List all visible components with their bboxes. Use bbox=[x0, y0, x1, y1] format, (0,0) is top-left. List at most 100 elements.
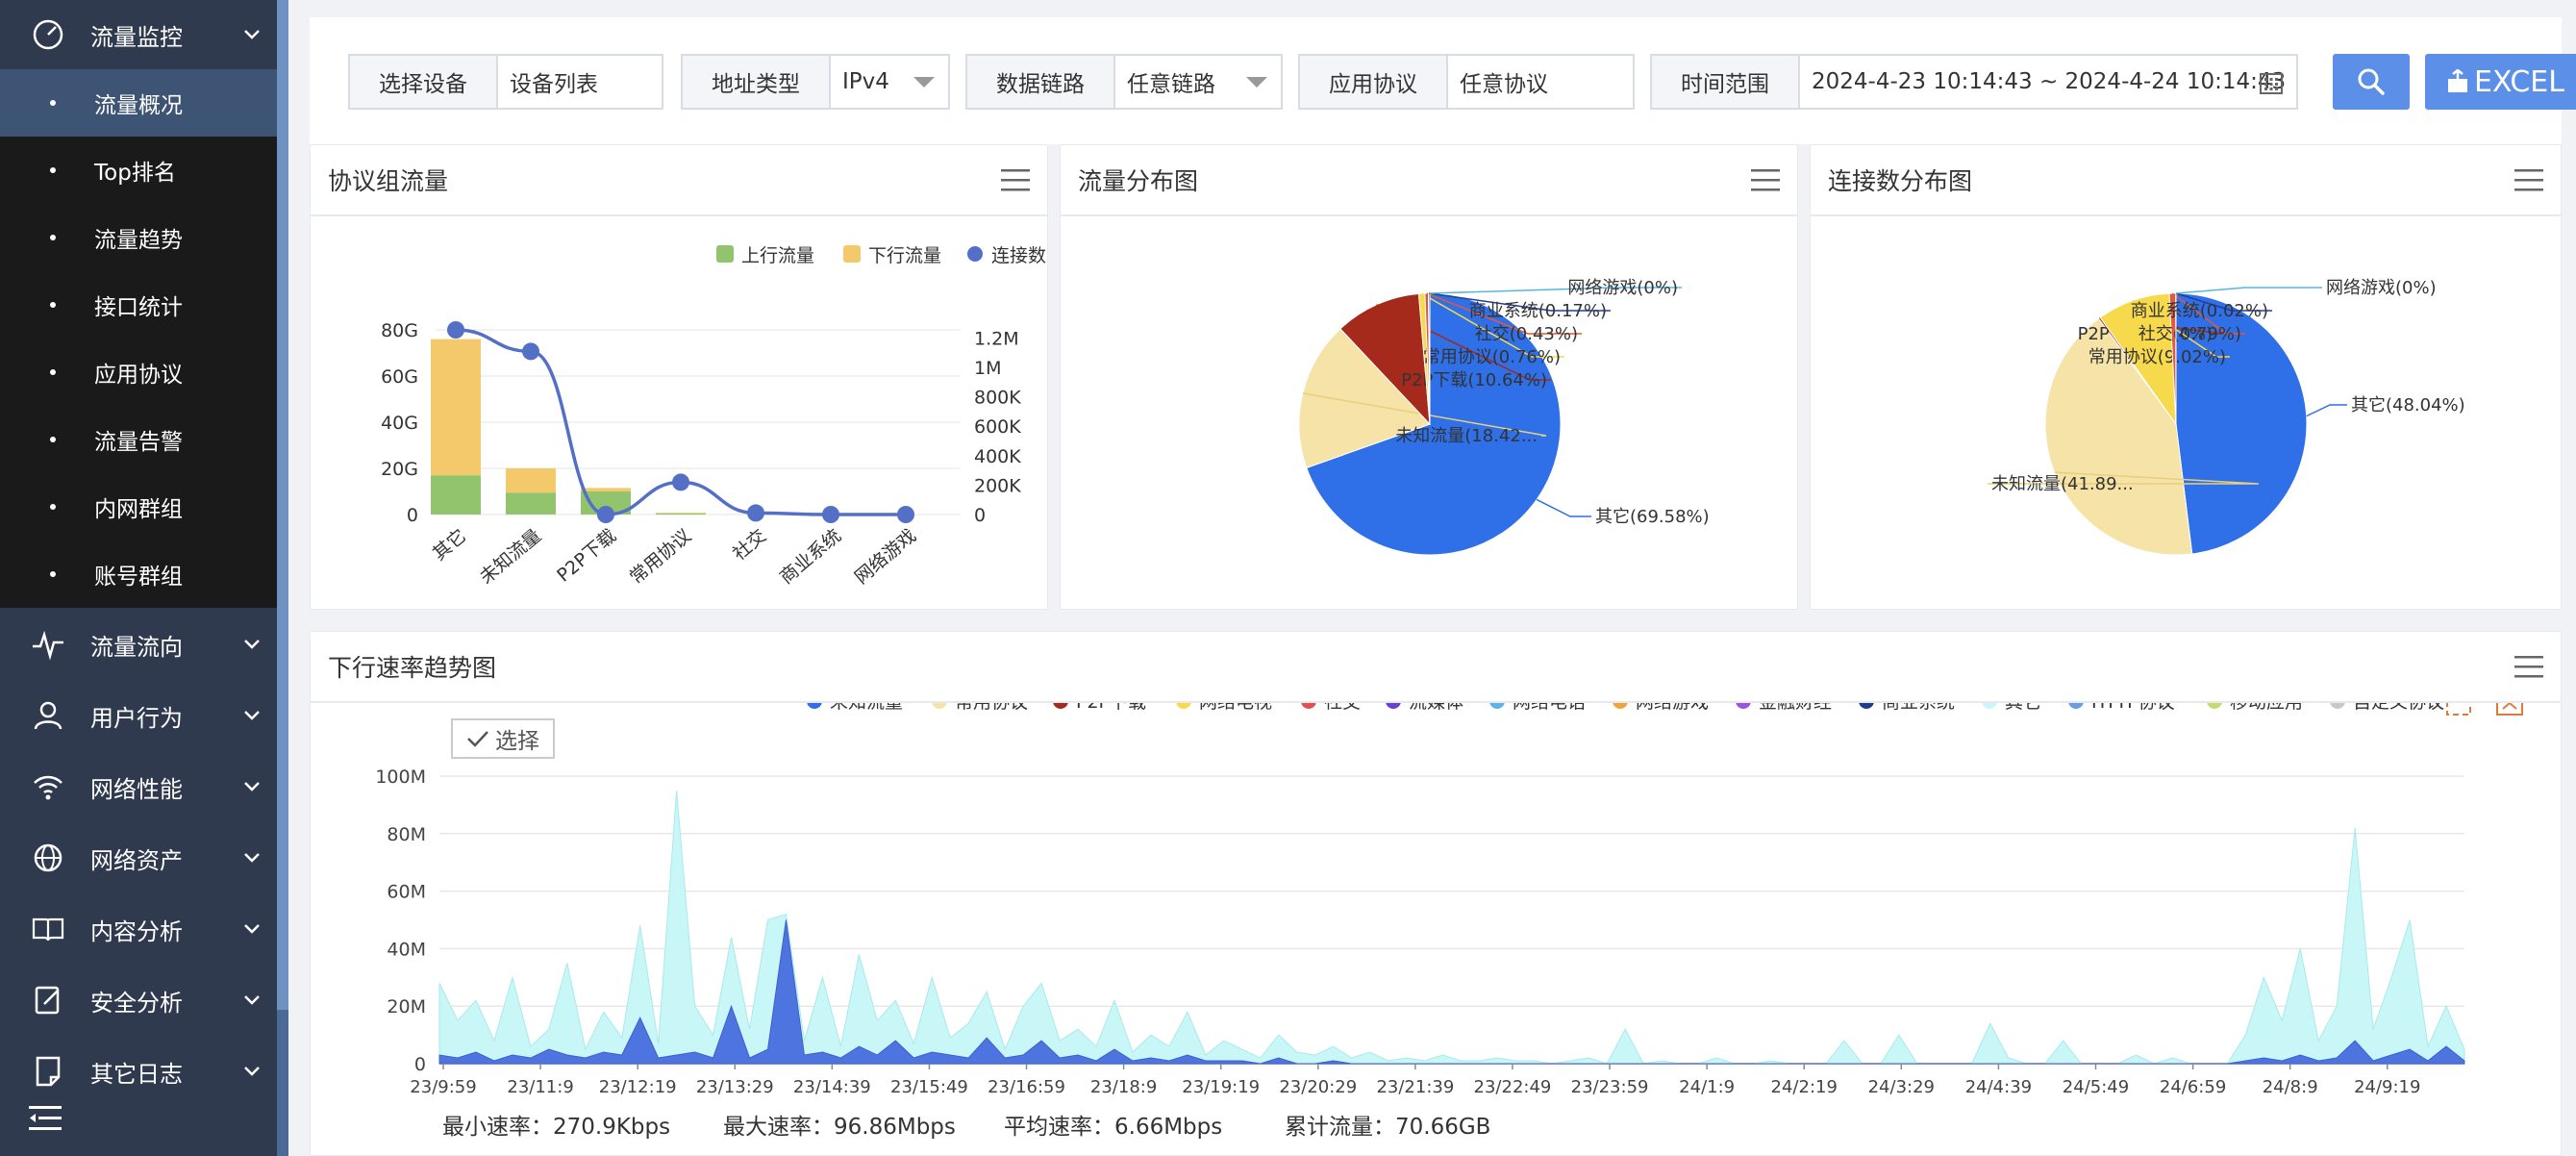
pie-leader-line bbox=[1536, 498, 1591, 517]
y2-tick-label: 800K bbox=[974, 388, 1021, 409]
export-excel-button[interactable]: EXCEL bbox=[2425, 54, 2576, 110]
pie-label: 网络游戏(0%) bbox=[1567, 278, 1678, 298]
sidebar-group-label: 其它日志 bbox=[90, 1060, 183, 1088]
legend-item: 流媒体 bbox=[1386, 703, 1463, 713]
min-rate: 最小速率：270.9Kbps bbox=[442, 1115, 671, 1140]
chevron-down-icon bbox=[244, 1067, 260, 1076]
sidebar-group-6[interactable]: 内容分析 bbox=[0, 894, 288, 964]
sidebar-group-3[interactable]: 用户行为 bbox=[0, 681, 288, 750]
x-tick-label: 23/15:49 bbox=[890, 1077, 968, 1097]
sidebar-sub-item[interactable]: 流量趋势 bbox=[0, 204, 277, 271]
time-range-input[interactable]: 2024-4-23 10:14:43 ~ 2024-4-24 10:14:43 bbox=[1800, 56, 2296, 108]
traffic-dist-pie: 其它(69.58%) 未知流量(18.42... P2P下载(10.64%) 常用协议… bbox=[1298, 278, 1710, 556]
y-tick-label: 80G bbox=[381, 320, 418, 341]
menu-icon[interactable] bbox=[2514, 168, 2543, 191]
time-range-filter[interactable]: 时间范围 2024-4-23 10:14:43 ~ 2024-4-24 10:1… bbox=[1650, 54, 2298, 110]
bar-up bbox=[506, 492, 556, 515]
restore-zoom-icon[interactable] bbox=[2446, 703, 2471, 716]
app-protocol-label: 应用协议 bbox=[1300, 56, 1448, 108]
calendar-icon[interactable] bbox=[2260, 73, 2283, 94]
pie-label: 其它(48.04%) bbox=[2351, 395, 2465, 415]
device-select[interactable]: 设备列表 bbox=[498, 56, 662, 108]
sidebar-group-1[interactable]: 流量监控 bbox=[0, 0, 288, 69]
sidebar-sub-label: 流量告警 bbox=[94, 430, 183, 455]
clear-zoom-x bbox=[2502, 703, 2517, 710]
legend-swatch bbox=[1736, 703, 1751, 709]
restore-zoom-shape bbox=[2446, 703, 2471, 716]
legend-label: 连接数 bbox=[991, 245, 1046, 266]
clear-zoom-icon[interactable] bbox=[2496, 703, 2523, 716]
app-protocol-select[interactable]: 任意协议 bbox=[1448, 56, 1633, 108]
legend-item: 商业系统 bbox=[1859, 703, 1955, 713]
chevron-down-icon bbox=[244, 995, 260, 1005]
sidebar-scrollbar-thumb[interactable] bbox=[277, 0, 288, 1010]
time-range-value: 2024-4-23 10:14:43 ~ 2024-4-24 10:14:43 bbox=[1812, 69, 2287, 94]
bar-up bbox=[656, 513, 706, 515]
search-button[interactable] bbox=[2333, 54, 2410, 110]
sidebar-group-5[interactable]: 网络资产 bbox=[0, 823, 288, 892]
pie-label: 网络游戏(0%) bbox=[2326, 278, 2437, 298]
menu-icon[interactable] bbox=[1751, 168, 1780, 191]
total-traffic: 累计流量：70.66GB bbox=[1285, 1115, 1491, 1140]
sidebar-sub-item[interactable]: 账号群组 bbox=[0, 540, 277, 608]
rate-stats: 最小速率：270.9Kbps 最大速率：96.86Mbps 平均速率：6.66M… bbox=[442, 1108, 1535, 1141]
legend-label: 未知流量 bbox=[830, 703, 903, 713]
conn-dist-panel: 连接数分布图 其它(48.04%)未知流量(41.89...P2P下载(0.24… bbox=[1810, 144, 2562, 610]
sidebar-sub-item[interactable]: 接口统计 bbox=[0, 271, 277, 339]
pie-leader-line bbox=[2175, 287, 2322, 294]
device-filter[interactable]: 选择设备 设备列表 bbox=[348, 54, 663, 110]
app-protocol-filter[interactable]: 应用协议 任意协议 bbox=[1298, 54, 1635, 110]
address-type-select[interactable]: IPv4 bbox=[831, 56, 948, 108]
x-tick-label: 未知流量 bbox=[476, 525, 545, 589]
sidebar-group-label: 流量流向 bbox=[90, 633, 183, 661]
legend-swatch bbox=[2330, 703, 2345, 709]
sidebar-sub-item[interactable]: 应用协议 bbox=[0, 339, 277, 406]
x-tick-label: 23/13:29 bbox=[696, 1077, 774, 1097]
sidebar-sub-item[interactable]: 流量概况 bbox=[0, 69, 277, 137]
legend-item: 金融财经 bbox=[1736, 703, 1832, 713]
data-link-select[interactable]: 任意链路 bbox=[1115, 56, 1281, 108]
chevron-down-icon bbox=[244, 782, 260, 792]
panel-title: 流量分布图 bbox=[1078, 167, 1199, 195]
bar-down bbox=[431, 339, 481, 476]
panel-title: 协议组流量 bbox=[328, 167, 449, 195]
sidebar-group-2[interactable]: 流量流向 bbox=[0, 610, 288, 679]
legend-swatch bbox=[1386, 703, 1401, 709]
y-tick-label: 40G bbox=[381, 413, 418, 434]
traffic-dist-panel: 流量分布图 其它(69.58%) 未知流量(18.42... P2P下载(10.64… bbox=[1060, 144, 1798, 610]
legend-swatch bbox=[1489, 703, 1505, 709]
x-tick-label: 23/20:29 bbox=[1279, 1077, 1357, 1097]
pie-label: 社交(0.43%) bbox=[1475, 324, 1578, 344]
sidebar-group-label: 网络性能 bbox=[90, 775, 183, 803]
legend-swatch bbox=[716, 245, 734, 263]
panel-title: 连接数分布图 bbox=[1828, 167, 1973, 195]
edit-shield-icon bbox=[35, 986, 60, 1015]
sidebar-group-8[interactable]: 其它日志 bbox=[0, 1037, 288, 1106]
legend-item: 网络电视 bbox=[1176, 703, 1272, 713]
sidebar-sub-item[interactable]: Top排名 bbox=[0, 137, 277, 204]
menu-icon[interactable] bbox=[1001, 168, 1030, 191]
pie-label: P2P下载(10.64%) bbox=[1401, 370, 1547, 390]
x-tick-label: 23/18:9 bbox=[1090, 1077, 1157, 1097]
legend-swatch bbox=[1982, 703, 1997, 709]
menu-icon[interactable] bbox=[2514, 655, 2543, 678]
data-link-filter[interactable]: 数据链路 任意链路 bbox=[965, 54, 1283, 110]
collapse-menu-icon[interactable] bbox=[29, 1104, 62, 1133]
legend-swatch bbox=[1176, 703, 1191, 709]
chevron-down-icon bbox=[244, 640, 260, 649]
legend-label: 下行流量 bbox=[868, 245, 941, 266]
x-tick-label: 23/14:39 bbox=[793, 1077, 871, 1097]
bar-down bbox=[656, 513, 706, 514]
sidebar-sub-label: 账号群组 bbox=[94, 565, 183, 590]
address-type-filter[interactable]: 地址类型 IPv4 bbox=[681, 54, 950, 110]
globe-icon bbox=[34, 843, 63, 872]
y-tick-label: 0 bbox=[407, 505, 418, 526]
sidebar-sub-item[interactable]: 流量告警 bbox=[0, 406, 277, 473]
legend-item: 连接数 bbox=[967, 245, 1046, 266]
sidebar-group-7[interactable]: 安全分析 bbox=[0, 966, 288, 1035]
sidebar-group-4[interactable]: 网络性能 bbox=[0, 752, 288, 821]
chevron-down-icon bbox=[244, 924, 260, 934]
down-rate-panel: 下行速率趋势图 选择 未知流量常用协议P2P下载网络电视社交流媒体网络电话网络游… bbox=[310, 631, 2562, 1156]
sidebar-sub-item[interactable]: 内网群组 bbox=[0, 473, 277, 540]
sidebar-group-label: 流量监控 bbox=[90, 23, 183, 51]
